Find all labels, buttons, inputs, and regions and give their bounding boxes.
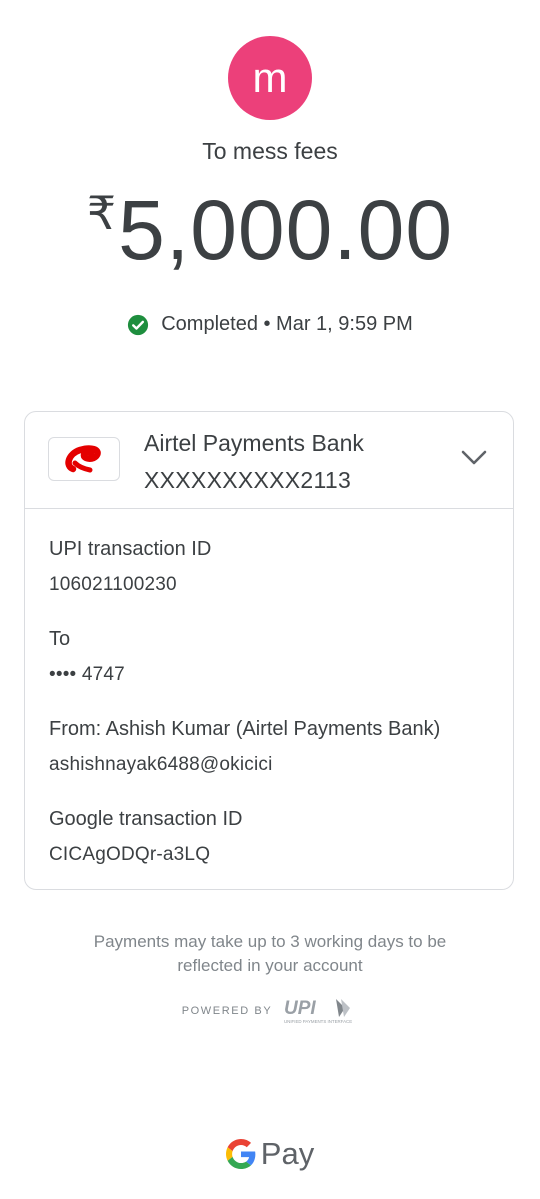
google-g-icon xyxy=(225,1139,256,1169)
payment-amount: ₹5,000.00 xyxy=(0,182,540,279)
detail-from: From: Ashish Kumar (Airtel Payments Bank… xyxy=(49,702,493,792)
upi-logo: UPI UNIFIED PAYMENTS INTERFACE xyxy=(284,998,352,1024)
bank-name: Airtel Payments Bank xyxy=(144,430,364,456)
bank-account-number: XXXXXXXXXX2113 xyxy=(144,467,352,493)
currency-symbol: ₹ xyxy=(86,187,117,239)
airtel-logo xyxy=(48,437,120,481)
detail-google-transaction-id: Google transaction ID CICAgODQr-a3LQ xyxy=(49,792,493,882)
detail-value: ashishnayak6488@okicici xyxy=(49,754,273,775)
payee-label: To mess fees xyxy=(202,138,338,164)
detail-upi-transaction-id: UPI transaction ID 106021100230 xyxy=(49,522,493,612)
detail-label: To xyxy=(49,628,71,650)
transaction-details-card: Airtel Payments Bank XXXXXXXXXX2113 UPI … xyxy=(24,411,514,890)
details-list: UPI transaction ID 106021100230 To •••• … xyxy=(49,522,493,882)
detail-value: CICAgODQr-a3LQ xyxy=(49,844,211,865)
amount-value: 5,000.00 xyxy=(118,183,454,277)
detail-label: UPI transaction ID xyxy=(49,538,212,560)
svg-text:UNIFIED PAYMENTS INTERFACE: UNIFIED PAYMENTS INTERFACE xyxy=(284,1019,352,1024)
processing-note: Payments may take up to 3 working days t… xyxy=(93,932,447,975)
google-pay-logo: Pay xyxy=(0,1136,540,1172)
detail-to: To •••• 4747 xyxy=(49,612,493,702)
svg-text:UPI: UPI xyxy=(284,998,316,1019)
chevron-down-icon[interactable] xyxy=(461,448,487,468)
powered-by-upi: POWERED BY UPI UNIFIED PAYMENTS INTERFAC… xyxy=(0,997,540,1025)
detail-label: Google transaction ID xyxy=(49,808,243,830)
powered-by-label: POWERED BY xyxy=(181,1005,273,1017)
payee-avatar: m xyxy=(228,36,312,120)
detail-value: 106021100230 xyxy=(49,574,177,595)
check-circle-icon xyxy=(128,314,149,335)
bank-account-row[interactable]: Airtel Payments Bank XXXXXXXXXX2113 xyxy=(25,412,513,509)
avatar-letter: m xyxy=(252,54,288,101)
detail-label: From: Ashish Kumar (Airtel Payments Bank… xyxy=(49,718,441,740)
payment-status: Completed • Mar 1, 9:59 PM xyxy=(0,313,540,336)
status-text: Completed • Mar 1, 9:59 PM xyxy=(161,313,413,335)
detail-value: •••• 4747 xyxy=(49,664,125,685)
pay-wordmark: Pay xyxy=(260,1136,315,1171)
